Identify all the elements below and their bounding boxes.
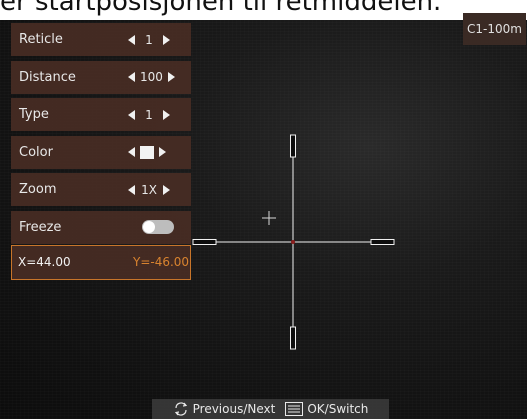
- arrow-left-icon[interactable]: [128, 34, 135, 45]
- reticle-left-bar: [192, 239, 217, 245]
- stepper-value: 1X: [141, 182, 157, 197]
- footer-hint-bar: Previous/Next OK/Switch: [152, 399, 389, 419]
- arrow-right-icon[interactable]: [159, 147, 166, 158]
- reticle-right-bar: [370, 239, 395, 245]
- menu-label: Freeze: [19, 219, 62, 235]
- menu-item-zoom[interactable]: Zoom 1X: [11, 173, 191, 207]
- previous-next-hint: Previous/Next: [192, 402, 276, 416]
- thermal-view: er startposisjonen til retmiddelen. C1-1…: [0, 0, 527, 419]
- distance-stepper[interactable]: 100: [128, 70, 188, 84]
- arrow-left-icon[interactable]: [128, 72, 135, 83]
- coordinates-field[interactable]: X=44.00 Y=-46.00: [11, 245, 191, 280]
- arrow-left-icon[interactable]: [128, 109, 135, 120]
- menu-item-type[interactable]: Type 1: [11, 98, 191, 132]
- arrow-left-icon[interactable]: [128, 184, 135, 195]
- reticle-top-bar: [290, 134, 296, 158]
- arrow-right-icon[interactable]: [163, 34, 170, 45]
- stepper-value: 1: [145, 32, 153, 47]
- color-stepper[interactable]: [128, 145, 188, 159]
- arrow-right-icon[interactable]: [163, 109, 170, 120]
- position-marker: [262, 211, 276, 225]
- ok-switch-hint: OK/Switch: [307, 402, 369, 416]
- zoom-stepper[interactable]: 1X: [128, 183, 188, 197]
- menu-label: Reticle: [19, 32, 63, 47]
- menu-label: Zoom: [19, 182, 57, 198]
- freeze-toggle[interactable]: [142, 220, 174, 235]
- arrow-right-icon[interactable]: [163, 184, 170, 195]
- toggle-knob: [143, 221, 155, 234]
- menu-item-color[interactable]: Color: [11, 135, 191, 169]
- menu-item-distance[interactable]: Distance 100: [11, 60, 191, 94]
- reticle-bottom-bar: [290, 326, 296, 350]
- reticle-center-dot: [291, 240, 295, 244]
- rotate-icon: [174, 402, 187, 416]
- type-stepper[interactable]: 1: [128, 108, 188, 122]
- menu-item-freeze[interactable]: Freeze: [11, 210, 191, 244]
- menu-label: Distance: [19, 69, 76, 85]
- menu-list-icon: [285, 402, 304, 416]
- arrow-right-icon[interactable]: [167, 72, 175, 83]
- arrow-left-icon[interactable]: [128, 147, 135, 158]
- reticle-menu: Reticle 1 Distance 100 Type 1 Color Zoom…: [11, 23, 191, 249]
- stepper-value: 100: [140, 70, 163, 85]
- menu-label: Color: [19, 144, 53, 160]
- x-coordinate: X=44.00: [18, 255, 71, 269]
- reticle-stepper[interactable]: 1: [128, 33, 188, 47]
- stepper-value: 1: [145, 107, 153, 122]
- menu-label: Type: [19, 107, 49, 123]
- color-swatch: [140, 145, 154, 159]
- y-coordinate: Y=-46.00: [133, 255, 190, 269]
- menu-item-reticle[interactable]: Reticle 1: [11, 23, 191, 56]
